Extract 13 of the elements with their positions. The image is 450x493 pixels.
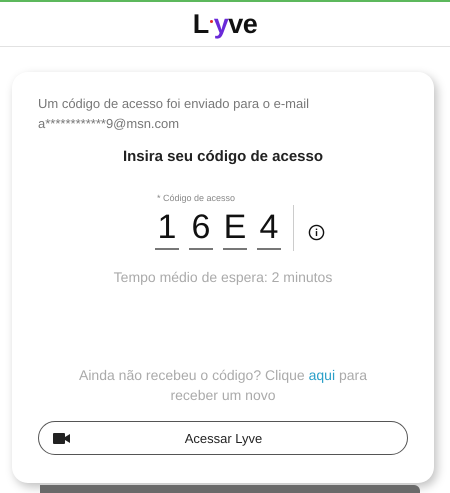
resend-message: Ainda não recebeu o código? Clique aqui para receber um novo xyxy=(78,366,368,405)
email-message: Um código de acesso foi enviado para o e-mail a************9@msn.com xyxy=(38,95,310,133)
wait-time-text: Tempo médio de espera: 2 minutos xyxy=(112,269,334,285)
code-digit-field[interactable]: 4 xyxy=(257,206,281,250)
code-digit-field[interactable]: 1 xyxy=(155,206,179,250)
heading: Insira seu código de acesso xyxy=(122,148,324,165)
code-digit-field[interactable]: 6 xyxy=(189,206,213,250)
logo: L yve xyxy=(192,8,258,40)
access-button[interactable]: Acessar Lyve xyxy=(38,421,408,455)
info-icon[interactable] xyxy=(308,224,325,240)
video-camera-icon xyxy=(53,432,70,444)
field-label: * Código de acesso xyxy=(157,193,236,203)
code-digit-field[interactable]: E xyxy=(223,206,247,250)
